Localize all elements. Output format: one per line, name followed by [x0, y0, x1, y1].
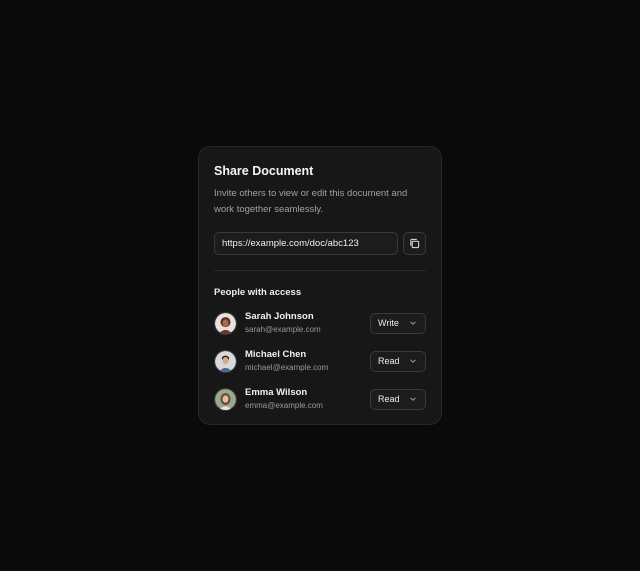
share-link-row	[214, 232, 426, 255]
dialog-description: Invite others to view or edit this docum…	[214, 188, 408, 215]
list-item: Emma Wilson emma@example.com Read	[214, 386, 426, 412]
person-email: michael@example.com	[245, 363, 329, 372]
avatar	[214, 349, 237, 373]
person-email: emma@example.com	[245, 401, 323, 410]
list-item: Sarah Johnson sarah@example.com Write	[214, 310, 426, 336]
role-label: Read	[378, 356, 400, 366]
role-select[interactable]: Read	[370, 388, 426, 410]
copy-icon	[410, 238, 420, 249]
person-name: Sarah Johnson	[245, 311, 314, 322]
avatar	[214, 387, 237, 411]
person-email: sarah@example.com	[245, 325, 321, 334]
list-item: Michael Chen michael@example.com Read	[214, 348, 426, 374]
dialog-title: Share Document	[214, 164, 314, 178]
divider	[214, 270, 426, 271]
avatar	[214, 311, 237, 335]
chevron-down-icon	[410, 359, 416, 363]
people-list: Sarah Johnson sarah@example.com Write Mi…	[214, 310, 426, 412]
chevron-down-icon	[410, 397, 416, 401]
share-link-input[interactable]	[214, 232, 398, 255]
role-select[interactable]: Read	[370, 350, 426, 372]
role-select[interactable]: Write	[370, 312, 426, 334]
role-label: Write	[378, 318, 399, 328]
share-dialog: Share Document Invite others to view or …	[198, 146, 442, 425]
person-name: Michael Chen	[245, 349, 307, 360]
copy-link-button[interactable]	[403, 232, 426, 255]
chevron-down-icon	[410, 321, 416, 325]
people-section-title: People with access	[214, 287, 302, 298]
role-label: Read	[378, 394, 400, 404]
person-name: Emma Wilson	[245, 387, 308, 398]
